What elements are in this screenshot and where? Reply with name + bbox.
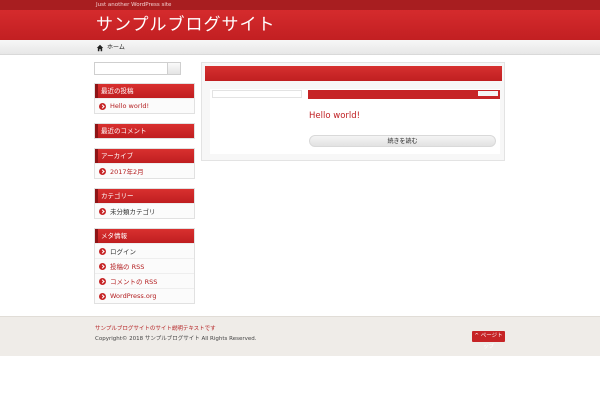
chevron-right-icon [99, 102, 106, 110]
list-item[interactable]: コメントの RSS [95, 273, 194, 288]
site-header: サンプルブログサイト [0, 10, 600, 40]
main-content: Hello world! 続きを読む [201, 62, 505, 161]
nav-home-label: ホーム [107, 44, 125, 51]
widget-archives: アーカイブ 2017年2月 [94, 148, 195, 179]
widget-meta: メタ情報 ログイン 投稿の RSS コメントの RSS WordPress.or… [94, 228, 195, 304]
list-item[interactable]: WordPress.org [95, 288, 194, 303]
chevron-right-icon [99, 262, 106, 270]
chevron-right-icon [99, 167, 106, 175]
nav-home-link[interactable]: ホーム [96, 43, 125, 52]
site-footer: サンプルブログサイトのサイト説明テキストです Copyright© 2018 サ… [0, 316, 600, 356]
post-card: Hello world! 続きを読む [210, 89, 500, 154]
list-item[interactable]: 未分類カテゴリ [95, 203, 194, 218]
list-item-label: ログイン [110, 248, 136, 256]
widget-title: カテゴリー [95, 189, 194, 203]
widget-title: アーカイブ [95, 149, 194, 163]
chevron-right-icon [99, 207, 106, 215]
top-strip: Just another WordPress site [0, 0, 600, 10]
search-button[interactable] [167, 62, 181, 75]
chevron-right-icon [99, 277, 106, 285]
list-item[interactable]: Hello world! [95, 98, 194, 113]
site-tagline: Just another WordPress site [96, 2, 172, 8]
list-item-label: 未分類カテゴリ [110, 208, 156, 216]
copyright: Copyright© 2018 サンプルブログサイト All Rights Re… [95, 336, 257, 342]
footer-description[interactable]: サンプルブログサイトのサイト説明テキストです [95, 324, 216, 332]
page-top-label: ページトップ [480, 333, 503, 350]
main-header-bar [205, 66, 502, 81]
widget-recent-posts: 最近の投稿 Hello world! [94, 83, 195, 114]
widget-title: メタ情報 [95, 229, 194, 243]
list-item-label: Hello world! [110, 102, 150, 110]
sidebar: 最近の投稿 Hello world! 最近のコメント アーカイブ 2017年2月… [94, 62, 195, 313]
search-input[interactable] [94, 62, 169, 75]
list-item[interactable]: 投稿の RSS [95, 258, 194, 273]
list-item-label: WordPress.org [110, 292, 157, 300]
chevron-right-icon [99, 247, 106, 255]
chevron-right-icon [99, 292, 106, 300]
page-top-button[interactable]: ^ ページトップ [472, 331, 505, 350]
list-item-label: コメントの RSS [110, 278, 158, 286]
widget-recent-comments: 最近のコメント [94, 123, 195, 139]
widget-categories: カテゴリー 未分類カテゴリ [94, 188, 195, 219]
post-title[interactable]: Hello world! [309, 111, 360, 121]
nav-bar: ホーム [0, 40, 600, 55]
widget-title: 最近のコメント [95, 124, 194, 138]
list-item[interactable]: 2017年2月 [95, 163, 194, 178]
list-item-label: 2017年2月 [110, 168, 144, 176]
read-more-button[interactable]: 続きを読む [309, 135, 496, 147]
widget-title: 最近の投稿 [95, 84, 194, 98]
post-header-bar [308, 90, 500, 99]
post-date [478, 91, 498, 96]
search-form [94, 62, 195, 75]
site-title[interactable]: サンプルブログサイト [96, 14, 276, 36]
list-item[interactable]: ログイン [95, 243, 194, 258]
post-thumbnail[interactable] [212, 90, 302, 98]
home-icon [96, 44, 104, 51]
list-item-label: 投稿の RSS [110, 263, 145, 271]
